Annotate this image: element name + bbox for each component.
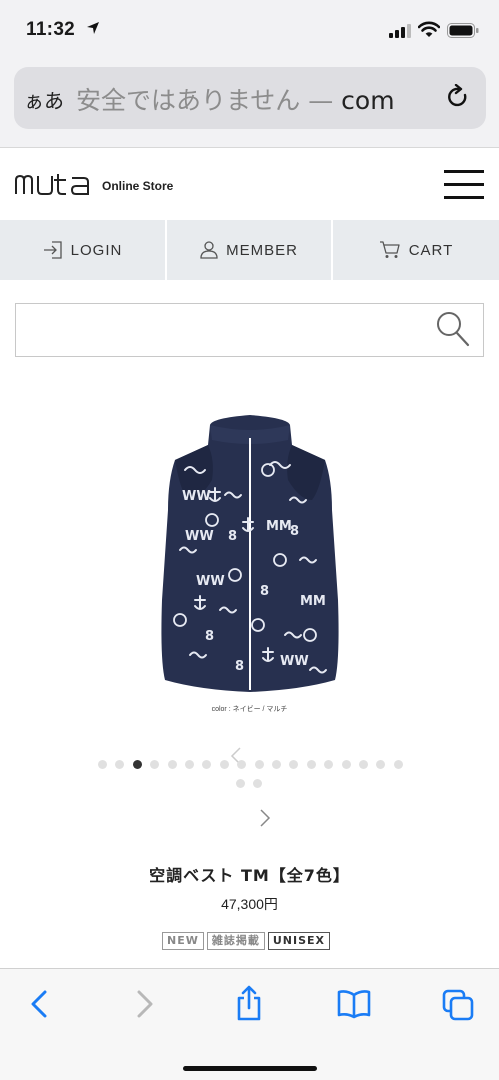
cellular-signal-icon xyxy=(389,24,411,38)
carousel-dot[interactable] xyxy=(324,760,334,769)
svg-text:8: 8 xyxy=(290,524,299,539)
badge-unisex: UNISEX xyxy=(267,932,331,950)
back-icon[interactable] xyxy=(28,989,50,1019)
reader-options-button[interactable]: ぁあ xyxy=(24,85,64,114)
svg-text:WW: WW xyxy=(185,529,214,544)
muta-logo[interactable] xyxy=(14,174,90,196)
reload-icon[interactable] xyxy=(446,84,470,110)
svg-text:WW: WW xyxy=(196,574,225,589)
login-icon xyxy=(43,241,62,259)
carousel-dot[interactable] xyxy=(253,779,263,788)
svg-text:WW: WW xyxy=(280,654,309,669)
carousel-dot[interactable] xyxy=(359,760,368,769)
carousel-dot[interactable] xyxy=(341,760,351,769)
carousel-dot[interactable] xyxy=(236,779,245,788)
battery-icon xyxy=(447,23,479,38)
carousel-dot[interactable] xyxy=(132,760,142,769)
carousel-dot[interactable] xyxy=(185,760,194,769)
member-link[interactable]: MEMBER xyxy=(167,220,331,280)
home-indicator xyxy=(183,1066,317,1071)
product-badges: NEW 雑誌掲載 UNISEX xyxy=(162,932,331,950)
menu-button[interactable] xyxy=(444,170,486,200)
menu-line-icon xyxy=(444,183,484,186)
url-domain: com xyxy=(341,86,395,115)
member-label: MEMBER xyxy=(226,241,298,259)
svg-text:8: 8 xyxy=(235,659,244,674)
carousel-dots xyxy=(98,760,408,790)
svg-text:WW: WW xyxy=(182,489,211,504)
image-caption: color : ネイビー / マルチ xyxy=(211,706,288,713)
carousel-dot[interactable] xyxy=(237,760,247,769)
product-price: 47,300円 xyxy=(221,896,278,912)
cart-icon xyxy=(379,241,400,258)
badge-new: NEW xyxy=(162,932,204,950)
carousel-next-icon[interactable] xyxy=(258,808,272,828)
account-nav: LOGIN MEMBER CART xyxy=(0,220,499,280)
svg-text:MM: MM xyxy=(300,594,326,609)
member-icon xyxy=(200,241,218,259)
carousel-dot[interactable] xyxy=(376,760,386,769)
store-label: Online Store xyxy=(102,179,174,193)
carousel-dot[interactable] xyxy=(115,760,125,769)
status-bar: 11:32 xyxy=(0,0,499,58)
wifi-icon xyxy=(418,21,440,37)
cart-link[interactable]: CART xyxy=(333,220,499,280)
carousel-dot[interactable] xyxy=(254,760,264,769)
cart-label: CART xyxy=(408,241,454,259)
login-label: LOGIN xyxy=(70,241,123,259)
security-warning: 安全ではありません — xyxy=(76,86,342,115)
status-time: 11:32 xyxy=(26,19,76,40)
login-link[interactable]: LOGIN xyxy=(0,220,165,280)
forward-icon[interactable] xyxy=(134,989,156,1019)
carousel-dot[interactable] xyxy=(202,760,212,769)
carousel-dot[interactable] xyxy=(219,760,229,769)
browser-address-area: ぁあ 安全ではありません — com xyxy=(0,58,499,148)
carousel-dot[interactable] xyxy=(272,760,281,769)
carousel-dot[interactable] xyxy=(306,760,316,769)
carousel-dot[interactable] xyxy=(393,760,403,769)
svg-text:8: 8 xyxy=(228,529,237,544)
carousel-dot[interactable] xyxy=(289,760,299,769)
svg-text:8: 8 xyxy=(205,629,214,644)
svg-text:8: 8 xyxy=(260,584,269,599)
search-icon[interactable] xyxy=(436,311,470,347)
badge-magazine: 雑誌掲載 xyxy=(206,932,265,950)
menu-line-icon xyxy=(444,196,484,199)
carousel-dot[interactable] xyxy=(167,760,177,769)
menu-line-icon xyxy=(444,170,484,173)
url-display[interactable]: 安全ではありません — com xyxy=(76,81,395,117)
carousel-dot[interactable] xyxy=(98,760,107,769)
carousel-dot[interactable] xyxy=(150,760,160,769)
product-image[interactable]: WW MM WW 8 8 WW 8 MM 8 WW 8 xyxy=(140,400,360,700)
product-name[interactable]: 空調ベスト TM【全7色】 xyxy=(0,862,499,886)
svg-text:MM: MM xyxy=(266,519,292,534)
search-input[interactable] xyxy=(15,303,484,357)
tabs-icon[interactable] xyxy=(442,989,474,1021)
site-header: Online Store xyxy=(0,148,499,220)
address-bar[interactable]: ぁあ 安全ではありません — com xyxy=(14,67,486,129)
bookmarks-icon[interactable] xyxy=(337,989,371,1019)
location-arrow-icon xyxy=(87,22,99,34)
share-icon[interactable] xyxy=(235,985,263,1021)
browser-toolbar xyxy=(0,968,499,1080)
